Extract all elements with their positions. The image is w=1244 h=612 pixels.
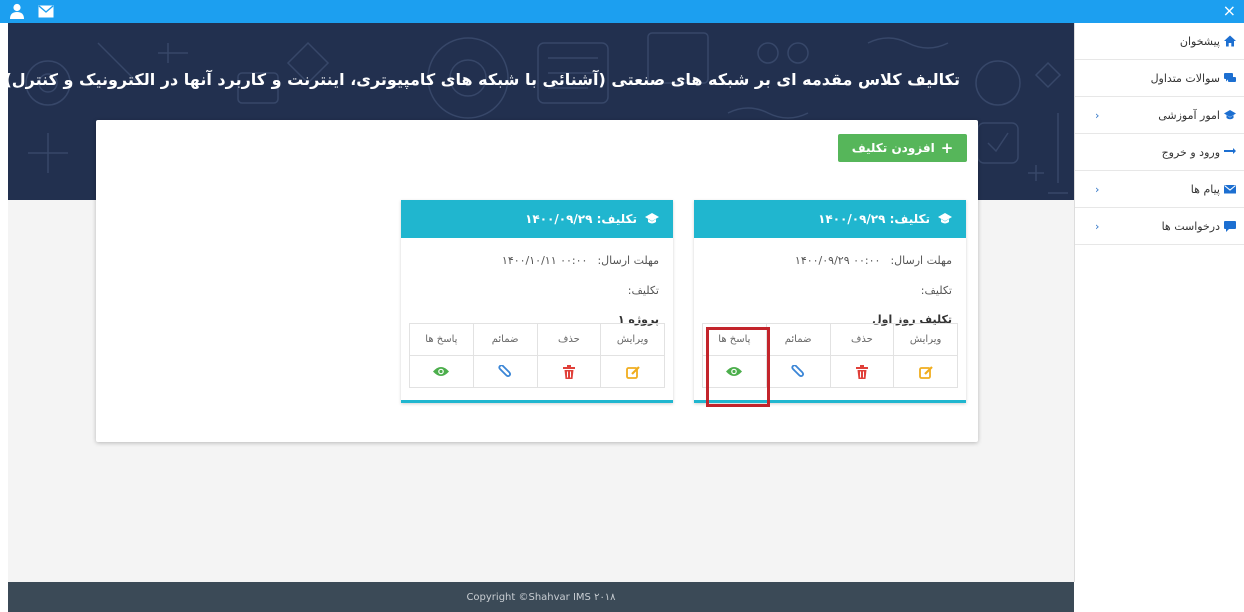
edit-icon — [625, 365, 640, 379]
sidebar-item-entry-exit[interactable]: ورود و خروج — [1075, 134, 1244, 171]
deadline-label: مهلت ارسال: — [597, 254, 659, 267]
add-assignment-label: افزودن تکلیف — [851, 141, 935, 155]
edit-icon — [918, 365, 933, 379]
card-actions: ویرایش حذف ضمائم پاسخ ها — [702, 323, 958, 388]
sidebar-item-dashboard[interactable]: پیشخوان — [1075, 23, 1244, 60]
card-title: تکلیف: ۱۴۰۰/۰۹/۲۹ — [818, 212, 930, 226]
plus-icon: + — [940, 139, 954, 157]
page-title: تکالیف کلاس مقدمه ای بر شبکه های صنعتی (… — [8, 70, 960, 89]
card-header: تکلیف: ۱۴۰۰/۰۹/۲۹ — [694, 200, 966, 238]
left-edge — [0, 23, 8, 612]
assignment-card: تکلیف: ۱۴۰۰/۰۹/۲۹ مهلت ارسال: ۰۰:۰۰ ۱۴۰۰/… — [401, 200, 673, 403]
edit-label: ویرایش — [893, 323, 958, 356]
comment-icon — [1224, 221, 1236, 232]
sidebar-item-messages[interactable]: پیام ها ‹ — [1075, 171, 1244, 208]
graduation-cap-icon — [938, 213, 952, 224]
paperclip-icon — [791, 364, 805, 377]
attachments-label: ضمائم — [765, 323, 831, 356]
sidebar: پیشخوان سوالات متداول امور آموزشی ‹ ورود… — [1074, 23, 1244, 612]
answers-label: پاسخ ها — [409, 323, 474, 356]
trash-icon — [855, 364, 868, 379]
envelope-icon[interactable] — [38, 3, 56, 19]
envelope-icon — [1224, 185, 1236, 194]
close-icon[interactable]: × — [1223, 1, 1236, 21]
chevron-left-icon[interactable]: ‹ — [1095, 220, 1099, 233]
footer: Copyright ©Shahvar IMS ۲۰۱۸ — [8, 582, 1074, 612]
deadline-row: مهلت ارسال: ۰۰:۰۰ ۱۴۰۰/۰۹/۲۹ — [795, 254, 966, 267]
answers-button[interactable] — [409, 355, 474, 388]
edit-button[interactable] — [893, 355, 958, 388]
copyright-text: Copyright ©Shahvar IMS ۲۰۱۸ — [466, 591, 616, 603]
attachments-button[interactable] — [472, 355, 538, 388]
assignment-card: تکلیف: ۱۴۰۰/۰۹/۲۹ مهلت ارسال: ۰۰:۰۰ ۱۴۰۰/… — [694, 200, 966, 403]
deadline-row: مهلت ارسال: ۰۰:۰۰ ۱۴۰۰/۱۰/۱۱ — [502, 254, 673, 267]
deadline-value: ۰۰:۰۰ ۱۴۰۰/۰۹/۲۹ — [794, 254, 881, 267]
home-icon — [1224, 35, 1236, 47]
delete-label: حذف — [536, 323, 602, 356]
card-header: تکلیف: ۱۴۰۰/۰۹/۲۹ — [401, 200, 673, 238]
sidebar-item-faq[interactable]: سوالات متداول — [1075, 60, 1244, 97]
task-label: تکلیف: — [627, 284, 659, 297]
trash-icon — [562, 364, 575, 379]
graduation-cap-icon — [645, 213, 659, 224]
card-actions: ویرایش حذف ضمائم پاسخ ها — [409, 323, 665, 388]
exchange-icon — [1224, 148, 1236, 154]
edit-label: ویرایش — [600, 323, 665, 356]
assignments-panel: + افزودن تکلیف تکلیف: ۱۴۰۰/۰۹/۲۹ مهلت ار… — [96, 120, 978, 442]
chevron-left-icon[interactable]: ‹ — [1095, 109, 1099, 122]
attachments-label: ضمائم — [472, 323, 538, 356]
sidebar-item-label: پیام ها — [1190, 182, 1220, 196]
graduation-cap-icon — [1224, 110, 1236, 120]
eye-icon — [726, 366, 743, 376]
deadline-value: ۰۰:۰۰ ۱۴۰۰/۱۰/۱۱ — [501, 254, 588, 267]
card-title: تکلیف: ۱۴۰۰/۰۹/۲۹ — [525, 212, 637, 226]
footer-sidebar-gap — [1074, 582, 1244, 612]
delete-button[interactable] — [829, 355, 895, 388]
edit-button[interactable] — [600, 355, 665, 388]
answers-button[interactable] — [702, 355, 767, 388]
add-assignment-button[interactable]: + افزودن تکلیف — [838, 134, 967, 162]
chevron-left-icon[interactable]: ‹ — [1095, 183, 1099, 196]
comments-icon — [1224, 73, 1236, 82]
attachments-button[interactable] — [765, 355, 831, 388]
sidebar-item-education[interactable]: امور آموزشی ‹ — [1075, 97, 1244, 134]
sidebar-item-label: ورود و خروج — [1161, 145, 1220, 159]
sidebar-item-label: امور آموزشی — [1158, 108, 1220, 122]
sidebar-item-requests[interactable]: درخواست ها ‹ — [1075, 208, 1244, 245]
eye-icon — [433, 366, 450, 376]
answers-label: پاسخ ها — [702, 323, 767, 356]
delete-button[interactable] — [536, 355, 602, 388]
sidebar-item-label: سوالات متداول — [1150, 71, 1220, 85]
delete-label: حذف — [829, 323, 895, 356]
sidebar-item-label: درخواست ها — [1161, 219, 1220, 233]
paperclip-icon — [498, 364, 512, 377]
user-icon[interactable] — [10, 3, 28, 19]
sidebar-item-label: پیشخوان — [1179, 34, 1220, 48]
deadline-label: مهلت ارسال: — [890, 254, 952, 267]
task-label: تکلیف: — [920, 284, 952, 297]
top-bar: × — [0, 0, 1244, 23]
